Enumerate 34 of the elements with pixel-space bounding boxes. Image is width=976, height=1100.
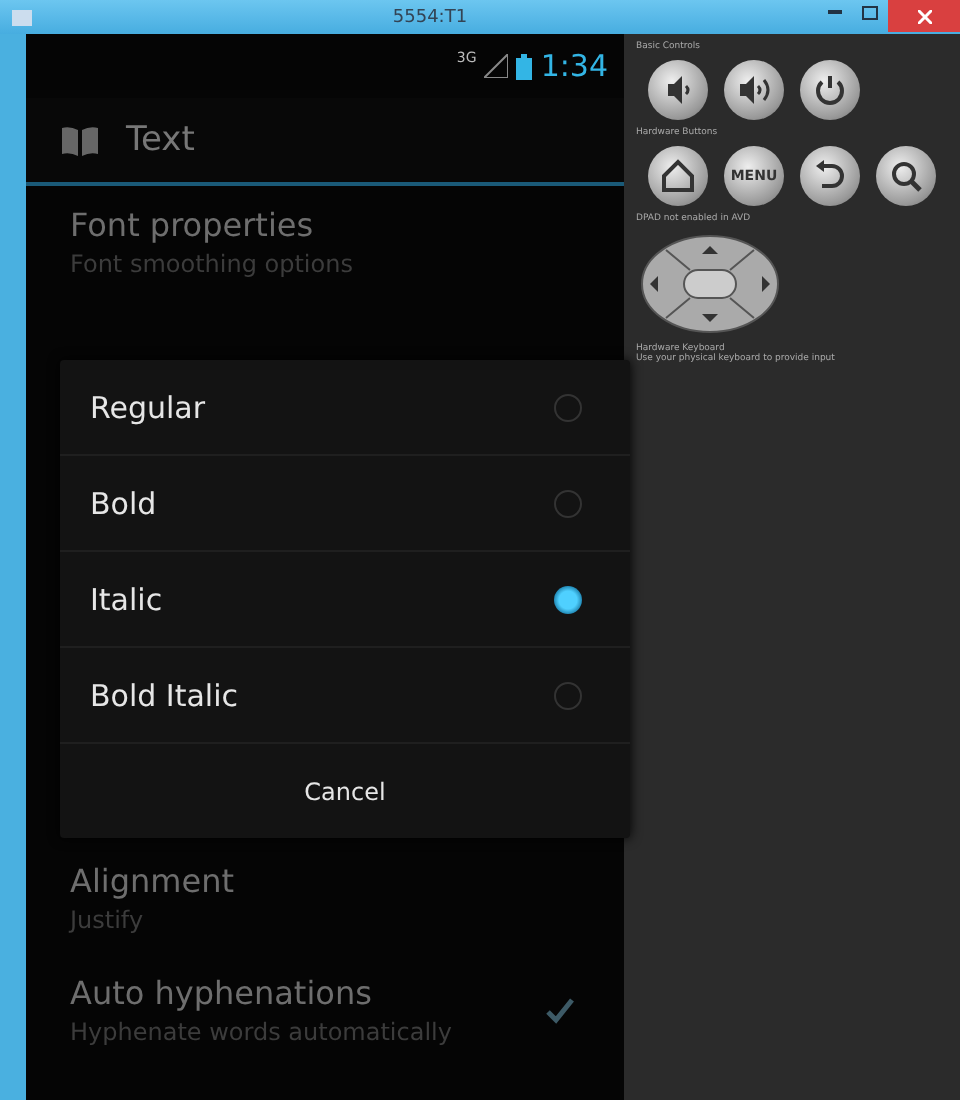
power-button[interactable]	[800, 60, 860, 120]
app-icon	[12, 9, 32, 25]
search-icon	[888, 158, 924, 194]
clock-time: 1:34	[540, 48, 608, 84]
volume-up-button[interactable]	[724, 60, 784, 120]
radio-button[interactable]	[554, 681, 582, 709]
back-button[interactable]	[800, 146, 860, 206]
screen-title: Text	[126, 120, 195, 160]
back-arrow-icon	[812, 158, 848, 194]
signal-icon	[484, 54, 509, 78]
cancel-button[interactable]: Cancel	[284, 765, 406, 817]
battery-icon	[516, 53, 533, 79]
close-button[interactable]	[888, 0, 960, 32]
preference-title: Font properties	[70, 206, 316, 244]
radio-button[interactable]	[554, 393, 582, 421]
dpad-drawing[interactable]	[640, 234, 780, 334]
option-label[interactable]: Bold	[90, 485, 554, 521]
search-button[interactable]	[876, 146, 936, 206]
radio-button[interactable]	[554, 489, 582, 517]
preference-title: Auto hyphenations	[70, 974, 374, 1012]
home-button[interactable]	[648, 146, 708, 206]
radio-button[interactable]	[554, 585, 582, 613]
option-label[interactable]: Italic	[90, 581, 554, 617]
house-icon	[660, 158, 696, 194]
preference-title: Alignment	[70, 862, 236, 900]
power-icon	[812, 72, 848, 108]
speaker-icon	[736, 72, 772, 108]
option-label[interactable]: Regular	[90, 389, 554, 425]
close-icon	[917, 9, 931, 23]
volume-down-button[interactable]	[648, 60, 708, 120]
book-icon	[62, 125, 98, 155]
option-label[interactable]: Bold Italic	[90, 677, 554, 713]
window-title: 5554:T1	[390, 7, 470, 27]
checkmark-icon[interactable]	[544, 996, 576, 1024]
